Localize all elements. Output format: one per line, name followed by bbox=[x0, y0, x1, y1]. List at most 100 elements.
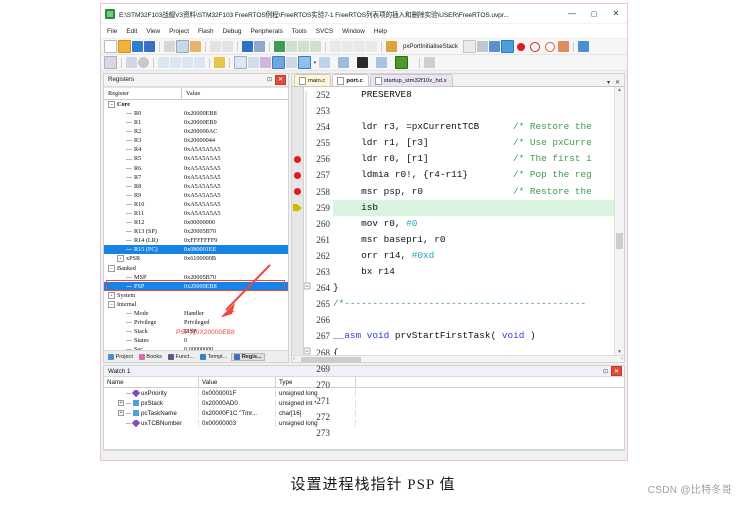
save-icon[interactable] bbox=[132, 41, 143, 52]
analysis-dropdown-caret[interactable] bbox=[369, 57, 375, 68]
chevron-down-icon[interactable] bbox=[462, 40, 476, 53]
menu-item-flash[interactable]: Flash bbox=[198, 28, 214, 35]
menu-item-file[interactable]: File bbox=[107, 28, 117, 35]
register-row[interactable]: R0 0x20000EB8 bbox=[104, 109, 288, 118]
registers-window-icon[interactable] bbox=[272, 56, 285, 69]
uncomment-icon[interactable] bbox=[366, 41, 377, 52]
dock-tab-templ[interactable]: Templ... bbox=[198, 353, 229, 360]
bookmark-clear-icon[interactable] bbox=[310, 41, 321, 52]
register-row[interactable]: PSP 0x20000EB8 bbox=[104, 281, 288, 291]
register-row[interactable]: Mode Handler bbox=[104, 309, 288, 318]
dock-tab-funct[interactable]: Funct... bbox=[166, 353, 196, 360]
code-line[interactable]: __asm void prvStartFirstTask( void ) bbox=[333, 328, 614, 344]
watch-value[interactable]: 0x00000003 bbox=[199, 419, 276, 427]
register-row[interactable]: R8 0xA5A5A5A5 bbox=[104, 182, 288, 191]
stop-icon[interactable] bbox=[138, 57, 149, 68]
dock-tab-project[interactable]: Project bbox=[106, 353, 135, 360]
code-line[interactable] bbox=[333, 103, 614, 119]
tab-main-c[interactable]: main.c bbox=[294, 74, 332, 86]
symbols-window-icon[interactable] bbox=[260, 57, 271, 68]
register-row[interactable]: R1 0x20000EB9 bbox=[104, 118, 288, 127]
register-row[interactable]: R2 0x200000AC bbox=[104, 127, 288, 136]
call-stack-window-icon[interactable] bbox=[286, 57, 297, 68]
comment-icon[interactable] bbox=[354, 41, 365, 52]
register-row[interactable]: R10 0xA5A5A5A5 bbox=[104, 200, 288, 209]
redo-icon[interactable] bbox=[222, 41, 233, 52]
insert-breakpoint-icon[interactable] bbox=[516, 42, 525, 51]
run-to-cursor-icon[interactable] bbox=[194, 57, 205, 68]
configuration-wizard-icon[interactable] bbox=[577, 41, 589, 52]
code-line[interactable]: orr r14, #0xd bbox=[333, 248, 614, 264]
run-icon[interactable] bbox=[126, 57, 137, 68]
navigate-forward-icon[interactable] bbox=[254, 41, 265, 52]
watch-row[interactable]: + pxStack 0x20000AD0 unsigned int * bbox=[104, 398, 624, 408]
menu-item-view[interactable]: View bbox=[146, 28, 160, 35]
toolbox-icon[interactable] bbox=[424, 57, 435, 68]
dock-tab-regis[interactable]: Regis... bbox=[231, 352, 265, 361]
register-row[interactable]: R4 0xA5A5A5A5 bbox=[104, 145, 288, 154]
scroll-up-arrow-icon[interactable]: ▴ bbox=[618, 87, 621, 93]
watch-dropdown-caret[interactable]: ▾ bbox=[312, 57, 318, 68]
tab-port-c[interactable]: port.c bbox=[332, 74, 369, 86]
trace-window-icon[interactable] bbox=[376, 57, 387, 68]
copy-icon[interactable] bbox=[176, 40, 189, 53]
register-row[interactable]: − Core bbox=[104, 100, 288, 109]
memory-dropdown-caret[interactable] bbox=[331, 57, 337, 68]
watch-value[interactable]: 0x20000F1C "Tmr... bbox=[199, 409, 276, 417]
register-row[interactable]: R14 (LR) 0xFFFFFFF9 bbox=[104, 236, 288, 245]
build-icon[interactable] bbox=[476, 41, 488, 52]
watch-window-icon[interactable] bbox=[298, 56, 311, 69]
register-row[interactable]: R7 0xA5A5A5A5 bbox=[104, 173, 288, 182]
expand-icon[interactable]: + bbox=[108, 291, 115, 299]
cut-icon[interactable] bbox=[164, 41, 175, 52]
code-line[interactable]: ldr r0, [r1] /* The first i bbox=[333, 151, 614, 167]
register-row[interactable]: + System bbox=[104, 291, 288, 300]
register-row[interactable]: + xPSR 0x6100000B bbox=[104, 254, 288, 263]
disable-all-breakpoints-icon[interactable] bbox=[557, 41, 569, 52]
menu-item-window[interactable]: Window bbox=[342, 28, 365, 35]
navigate-back-icon[interactable] bbox=[242, 41, 253, 52]
indent-icon[interactable] bbox=[330, 41, 341, 52]
register-row[interactable]: R11 0xA5A5A5A5 bbox=[104, 209, 288, 218]
pin-icon[interactable]: ⊡ bbox=[267, 76, 272, 83]
save-all-icon[interactable] bbox=[144, 41, 155, 52]
step-into-icon[interactable] bbox=[158, 57, 169, 68]
collapse-icon[interactable]: − bbox=[108, 264, 115, 272]
code-line[interactable]: isb bbox=[333, 199, 614, 216]
code-line[interactable]: PRESERVE8 bbox=[333, 87, 614, 103]
code-line[interactable]: { bbox=[333, 345, 614, 356]
vertical-scroll-thumb[interactable] bbox=[616, 233, 623, 249]
trace-dropdown-caret[interactable] bbox=[388, 57, 394, 68]
reset-cpu-icon[interactable] bbox=[104, 56, 117, 69]
register-row[interactable]: R3 0x20000044 bbox=[104, 136, 288, 145]
step-out-icon[interactable] bbox=[182, 57, 193, 68]
register-row[interactable]: R9 0xA5A5A5A5 bbox=[104, 191, 288, 200]
menu-item-svcs[interactable]: SVCS bbox=[316, 28, 333, 35]
disassembly-window-icon[interactable] bbox=[248, 57, 259, 68]
open-file-icon[interactable] bbox=[118, 40, 131, 53]
breakpoint-gutter[interactable] bbox=[292, 87, 304, 355]
code-line[interactable]: ldr r3, =pxCurrentTCB /* Restore the bbox=[333, 119, 614, 135]
analysis-window-icon[interactable] bbox=[357, 57, 368, 68]
step-over-icon[interactable] bbox=[170, 57, 181, 68]
code-line[interactable]: msr basepri, r0 bbox=[333, 232, 614, 248]
menu-item-edit[interactable]: Edit bbox=[126, 28, 137, 35]
memory-window-icon[interactable] bbox=[319, 57, 330, 68]
paste-icon[interactable] bbox=[190, 41, 201, 52]
code-line[interactable] bbox=[333, 312, 614, 328]
bookmark-prev-icon[interactable] bbox=[286, 41, 297, 52]
editor-vertical-scrollbar[interactable]: ▴ ▾ bbox=[614, 87, 624, 355]
watch-row[interactable]: uxTCBNumber 0x00000003 unsigned long bbox=[104, 418, 624, 428]
scroll-right-arrow-icon[interactable]: › bbox=[621, 356, 623, 362]
code-line[interactable]: ldr r1, [r3] /* Use pxCurre bbox=[333, 135, 614, 151]
register-row[interactable]: Sec 0.00000000 bbox=[104, 345, 288, 351]
disable-breakpoint-icon[interactable] bbox=[529, 41, 540, 52]
command-window-icon[interactable] bbox=[234, 56, 247, 69]
toolbox-caret[interactable] bbox=[436, 57, 442, 68]
serial-window-icon[interactable] bbox=[338, 57, 349, 68]
watch-row[interactable]: uxPriority 0x0000001F unsigned long bbox=[104, 388, 624, 398]
watch-value[interactable]: 0x0000001F bbox=[199, 389, 276, 397]
breakpoint-marker-icon[interactable] bbox=[294, 172, 301, 179]
pin-icon[interactable]: ⊡ bbox=[603, 368, 608, 375]
register-row[interactable]: MSP 0x20005B70 bbox=[104, 273, 288, 282]
